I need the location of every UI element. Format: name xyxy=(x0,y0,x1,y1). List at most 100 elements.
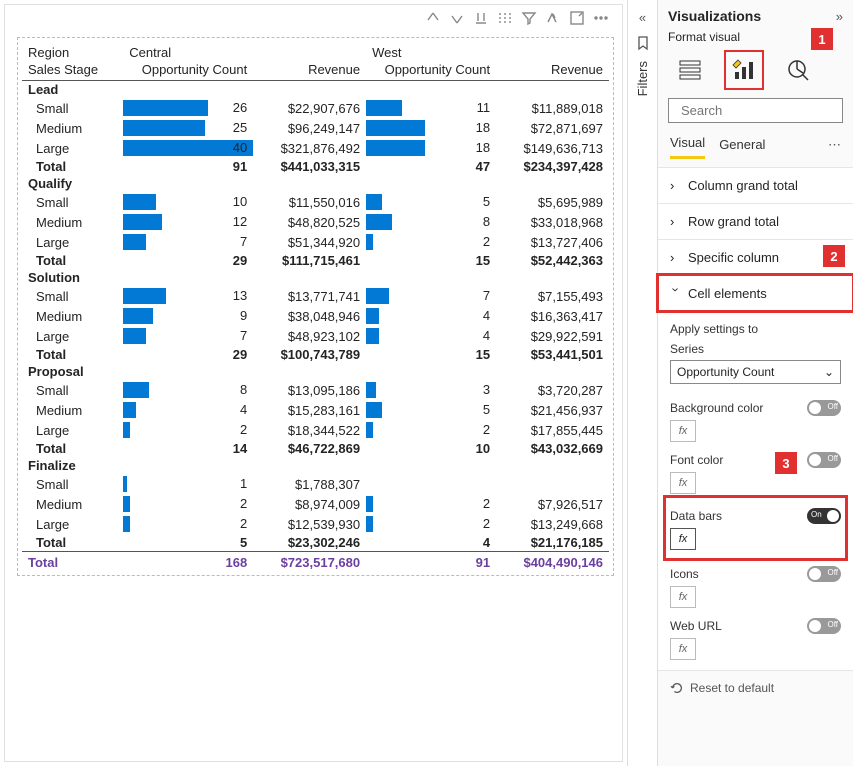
subtotal-row[interactable]: Total 14$46,722,869 10$43,032,669 xyxy=(22,440,609,457)
data-bar-cell[interactable]: 8 xyxy=(123,380,253,400)
accordion-column-grand-total[interactable]: › Column grand total xyxy=(658,167,853,203)
header-revenue[interactable]: Revenue xyxy=(496,61,609,81)
data-bar-cell[interactable]: 2 xyxy=(366,232,496,252)
data-bar-cell[interactable]: 7 xyxy=(123,326,253,346)
header-west[interactable]: West xyxy=(366,44,609,61)
bg-color-fx-button[interactable]: fx xyxy=(670,420,696,442)
data-bar-cell[interactable]: 5 xyxy=(366,192,496,212)
subtotal-row[interactable]: Total 91$441,033,315 47$234,397,428 xyxy=(22,158,609,175)
build-visual-button[interactable] xyxy=(674,54,706,86)
data-bar-cell[interactable]: 2 xyxy=(123,494,253,514)
data-bars-fx-button[interactable]: fx xyxy=(670,528,696,550)
format-visual-button[interactable] xyxy=(728,54,760,86)
data-bar-cell[interactable]: 4 xyxy=(366,326,496,346)
search-input[interactable] xyxy=(681,103,853,118)
data-bar-cell[interactable]: 7 xyxy=(123,232,253,252)
bookmark-icon[interactable] xyxy=(635,35,651,51)
subtotal-row[interactable]: Total 29$111,715,461 15$52,442,363 xyxy=(22,252,609,269)
font-color-toggle[interactable]: Off xyxy=(807,452,841,468)
matrix-visual[interactable]: Region Central West Sales Stage Opportun… xyxy=(17,37,614,576)
analytics-button[interactable] xyxy=(782,54,814,86)
data-bar-cell[interactable]: 8 xyxy=(366,212,496,232)
spotlight-icon[interactable] xyxy=(544,9,562,27)
table-row[interactable]: Medium 25 $96,249,147 18 $72,871,697 xyxy=(22,118,609,138)
data-bar-cell[interactable]: 2 xyxy=(366,494,496,514)
header-count[interactable]: Opportunity Count xyxy=(123,61,253,81)
tab-general[interactable]: General xyxy=(719,133,765,158)
bg-color-toggle[interactable]: Off xyxy=(807,400,841,416)
table-row[interactable]: Small 8 $13,095,186 3 $3,720,287 xyxy=(22,380,609,400)
grand-total-row[interactable]: Total 168$723,517,680 91$404,490,146 xyxy=(22,552,609,572)
icons-toggle[interactable]: Off xyxy=(807,566,841,582)
format-search[interactable] xyxy=(668,98,843,123)
font-color-fx-button[interactable]: fx xyxy=(670,472,696,494)
tab-visual[interactable]: Visual xyxy=(670,131,705,159)
data-bar-cell[interactable]: 9 xyxy=(123,306,253,326)
table-row[interactable]: Large 7 $48,923,102 4 $29,922,591 xyxy=(22,326,609,346)
subtotal-row[interactable]: Total 5$23,302,246 4$21,176,185 xyxy=(22,534,609,552)
data-bar-cell[interactable]: 11 xyxy=(366,98,496,118)
drill-down-icon[interactable] xyxy=(448,9,466,27)
group-header[interactable]: Proposal xyxy=(22,363,609,380)
data-bar-cell[interactable]: 1 xyxy=(123,474,253,494)
data-bar-cell[interactable]: 3 xyxy=(366,380,496,400)
data-bar-cell[interactable]: 2 xyxy=(123,514,253,534)
filters-pane-collapsed[interactable]: « Filters xyxy=(627,0,657,766)
data-bar-cell[interactable]: 2 xyxy=(366,420,496,440)
accordion-row-grand-total[interactable]: › Row grand total xyxy=(658,203,853,239)
data-bars-toggle[interactable]: On xyxy=(807,508,841,524)
icons-fx-button[interactable]: fx xyxy=(670,586,696,608)
accordion-cell-elements[interactable]: › Cell elements xyxy=(658,275,853,311)
table-row[interactable]: Small 26 $22,907,676 11 $11,889,018 xyxy=(22,98,609,118)
table-row[interactable]: Small 13 $13,771,741 7 $7,155,493 xyxy=(22,286,609,306)
data-bar-cell[interactable]: 10 xyxy=(123,192,253,212)
focus-icon[interactable] xyxy=(568,9,586,27)
expand-chevron-icon[interactable]: » xyxy=(836,9,843,24)
expand-down-icon[interactable] xyxy=(472,9,490,27)
data-bar-cell[interactable] xyxy=(366,474,496,494)
table-row[interactable]: Large 7 $51,344,920 2 $13,727,406 xyxy=(22,232,609,252)
data-bar-cell[interactable]: 12 xyxy=(123,212,253,232)
data-bar-cell[interactable]: 18 xyxy=(366,118,496,138)
group-header[interactable]: Finalize xyxy=(22,457,609,474)
data-bar-cell[interactable]: 40 xyxy=(123,138,253,158)
group-header[interactable]: Qualify xyxy=(22,175,609,192)
data-bar-cell[interactable]: 25 xyxy=(123,118,253,138)
data-bar-cell[interactable]: 4 xyxy=(366,306,496,326)
table-row[interactable]: Medium 4 $15,283,161 5 $21,456,937 xyxy=(22,400,609,420)
series-dropdown[interactable]: Opportunity Count ⌄ xyxy=(670,360,841,384)
data-bar-cell[interactable]: 4 xyxy=(123,400,253,420)
data-bar-cell[interactable]: 2 xyxy=(123,420,253,440)
weburl-fx-button[interactable]: fx xyxy=(670,638,696,660)
data-bar-cell[interactable]: 7 xyxy=(366,286,496,306)
table-row[interactable]: Small 1 $1,788,307 xyxy=(22,474,609,494)
data-bar-cell[interactable]: 18 xyxy=(366,138,496,158)
reset-to-default[interactable]: Reset to default xyxy=(658,670,853,705)
data-bar-cell[interactable]: 13 xyxy=(123,286,253,306)
header-region[interactable]: Region xyxy=(22,44,123,61)
drill-up-icon[interactable] xyxy=(424,9,442,27)
table-row[interactable]: Medium 12 $48,820,525 8 $33,018,968 xyxy=(22,212,609,232)
group-header[interactable]: Lead xyxy=(22,81,609,99)
table-row[interactable]: Large 2 $12,539,930 2 $13,249,668 xyxy=(22,514,609,534)
header-stage[interactable]: Sales Stage xyxy=(22,61,123,81)
filter-icon[interactable] xyxy=(520,9,538,27)
header-count[interactable]: Opportunity Count xyxy=(366,61,496,81)
group-header[interactable]: Solution xyxy=(22,269,609,286)
table-row[interactable]: Large 40 $321,876,492 18 $149,636,713 xyxy=(22,138,609,158)
header-revenue[interactable]: Revenue xyxy=(253,61,366,81)
subtotal-row[interactable]: Total 29$100,743,789 15$53,441,501 xyxy=(22,346,609,363)
table-row[interactable]: Small 10 $11,550,016 5 $5,695,989 xyxy=(22,192,609,212)
data-bar-cell[interactable]: 2 xyxy=(366,514,496,534)
weburl-toggle[interactable]: Off xyxy=(807,618,841,634)
more-icon[interactable] xyxy=(592,9,610,27)
expand-all-icon[interactable] xyxy=(496,9,514,27)
header-central[interactable]: Central xyxy=(123,44,366,61)
data-bar-cell[interactable]: 5 xyxy=(366,400,496,420)
more-format-icon[interactable]: ⋯ xyxy=(828,137,841,153)
data-bar-cell[interactable]: 26 xyxy=(123,98,253,118)
collapse-chevron-icon[interactable]: « xyxy=(639,10,646,25)
table-row[interactable]: Medium 9 $38,048,946 4 $16,363,417 xyxy=(22,306,609,326)
table-row[interactable]: Medium 2 $8,974,009 2 $7,926,517 xyxy=(22,494,609,514)
table-row[interactable]: Large 2 $18,344,522 2 $17,855,445 xyxy=(22,420,609,440)
